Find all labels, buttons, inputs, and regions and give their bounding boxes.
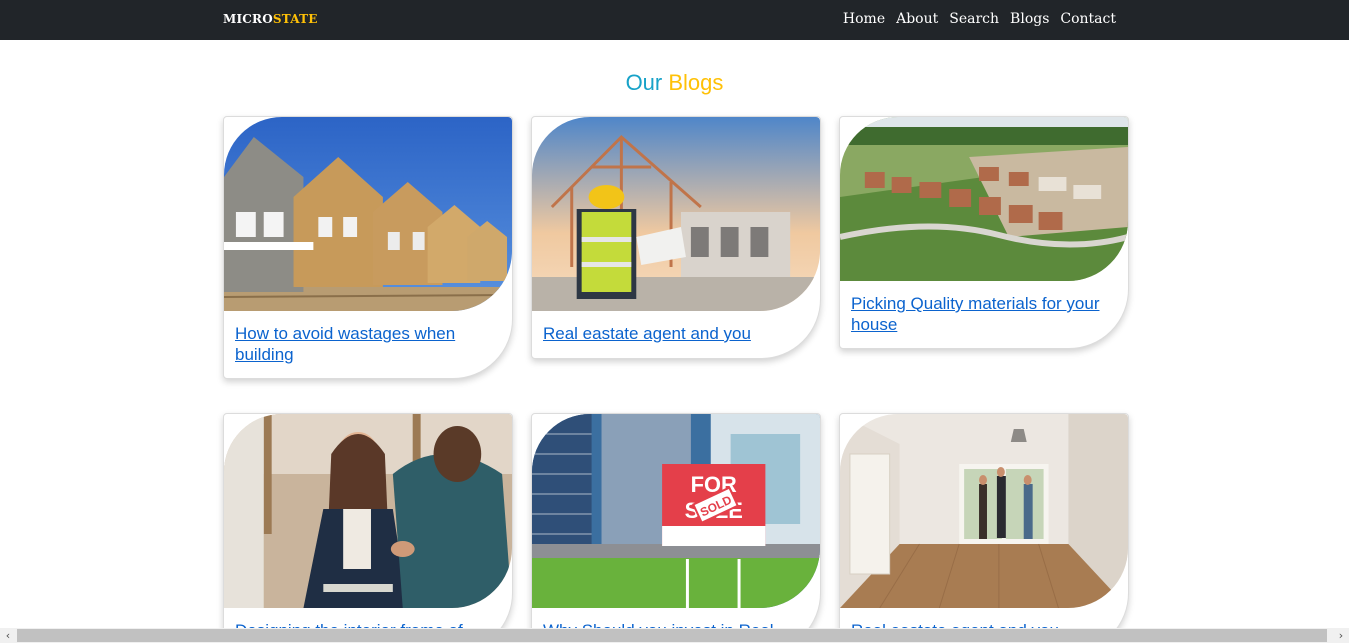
blog-card-image [224,414,512,608]
brand-logo[interactable]: MICROSTATE [223,12,318,26]
blog-card-image [224,117,512,311]
blog-card-image [840,117,1128,281]
scrollbar-thumb[interactable] [17,629,1327,642]
blog-card[interactable]: Real eastate agent and you [839,413,1129,643]
nav-search[interactable]: Search [949,11,999,27]
nav-blogs[interactable]: Blogs [1010,11,1049,27]
blog-card[interactable]: FOR SALE SOLD Why Should you invest in R… [531,413,821,643]
brand-part-1: MICRO [223,12,273,26]
blog-card-title[interactable]: How to avoid wastages when building [235,323,498,365]
blog-card-image: FOR SALE SOLD [532,414,820,608]
blog-card-title[interactable]: Picking Quality materials for your house [851,293,1114,335]
page-title-part-2: Blogs [668,70,724,95]
blog-card[interactable]: Designing the interior frame of your [223,413,513,643]
blog-card[interactable]: Real eastate agent and you [531,116,821,359]
scroll-left-icon[interactable]: ‹ [0,628,16,643]
blog-card[interactable]: How to avoid wastages when building [223,116,513,379]
nav-home[interactable]: Home [843,11,885,27]
nav-links: Home About Search Blogs Contact [843,11,1116,27]
nav-contact[interactable]: Contact [1060,11,1116,27]
nav-about[interactable]: About [896,11,938,27]
page-title-part-1: Our [625,70,663,95]
scroll-right-icon[interactable]: › [1333,628,1349,643]
navbar: MICROSTATE Home About Search Blogs Conta… [0,0,1349,40]
blog-card-image [532,117,820,311]
brand-part-2: STATE [272,12,318,26]
blog-card[interactable]: Picking Quality materials for your house [839,116,1129,349]
page-title: Our Blogs [0,70,1349,96]
horizontal-scrollbar[interactable]: ‹ › [0,628,1349,643]
blog-card-title[interactable]: Real eastate agent and you [543,323,806,344]
blog-card-image [840,414,1128,608]
